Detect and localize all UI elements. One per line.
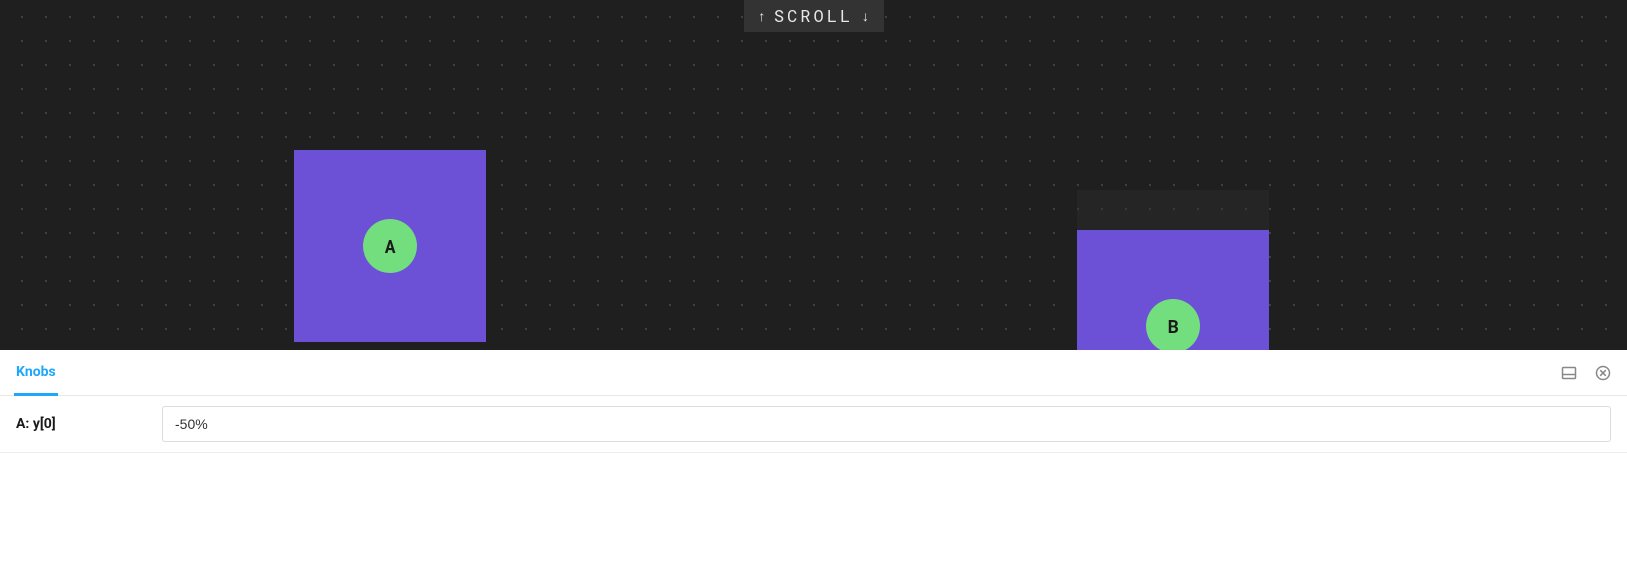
- block-b-label: B: [1146, 299, 1200, 350]
- knob-label: A: y[0]: [16, 416, 146, 432]
- panel-tab-bar: Knobs: [0, 350, 1627, 396]
- panel-position-icon[interactable]: [1559, 363, 1579, 383]
- preview-canvas[interactable]: ↑ SCROLL ↓ A B: [0, 0, 1627, 350]
- close-icon[interactable]: [1593, 363, 1613, 383]
- scroll-hint-text: SCROLL: [774, 4, 853, 27]
- addon-panel: Knobs A: y[0]: [0, 350, 1627, 580]
- arrow-up-icon: ↑: [757, 6, 765, 26]
- tab-knobs[interactable]: Knobs: [14, 351, 58, 396]
- knob-input-a-y0[interactable]: [162, 406, 1611, 442]
- block-a[interactable]: A: [294, 150, 486, 342]
- knob-row: A: y[0]: [0, 396, 1627, 453]
- block-a-label: A: [363, 219, 417, 273]
- arrow-down-icon: ↓: [861, 6, 869, 26]
- block-b[interactable]: B: [1077, 230, 1269, 350]
- block-b-ghost: B: [1077, 190, 1269, 350]
- scroll-hint: ↑ SCROLL ↓: [743, 0, 883, 32]
